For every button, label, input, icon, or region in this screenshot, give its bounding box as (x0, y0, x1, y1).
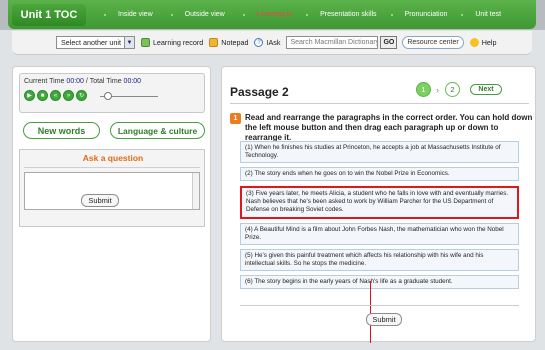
question-icon: ? (254, 38, 264, 47)
tab-label: Pronunciation (404, 11, 448, 18)
total-time-label: Total Time (89, 78, 122, 85)
tab-pronunciation[interactable]: Pronunciation (387, 0, 452, 29)
tab-inside-view[interactable]: Inside view (100, 0, 157, 29)
player-controls: ▶ ■ « » ↻ (24, 90, 89, 101)
help-label: Help (481, 38, 497, 47)
chart-icon (140, 38, 150, 47)
draggable-paragraph-selected[interactable]: (3) Five years later, he meets Alicia, a… (240, 186, 519, 219)
select-unit-label: Select another unit (61, 38, 121, 47)
learning-record-label: Learning record (152, 38, 204, 47)
play-icon[interactable]: ▶ (24, 90, 35, 101)
dictionary-search-input[interactable]: Search Macmillan Dictionary (286, 36, 379, 49)
pager: 1 › 2 Next (416, 82, 502, 97)
draggable-paragraph[interactable]: (5) He's given this painful treatment wh… (240, 249, 519, 272)
tab-label: Listening in (256, 11, 293, 18)
tab-label: Unit test (475, 11, 502, 18)
rewind-icon[interactable]: « (50, 90, 61, 101)
submit-button[interactable]: Submit (366, 313, 402, 326)
passage-panel: Passage 2 1 › 2 Next 1 Read and rearrang… (221, 66, 536, 343)
time-readout: Current Time 00:00 / Total Time 00:00 (24, 78, 141, 85)
total-time-value: 00:00 (123, 78, 142, 85)
nav-dot-icon (306, 13, 309, 16)
chevron-right-icon: › (436, 84, 439, 95)
current-time-value: 00:00 (66, 78, 84, 85)
left-panel: Current Time 00:00 / Total Time 00:00 ▶ … (12, 66, 211, 342)
tab-label: Presentation skills (320, 11, 377, 18)
draggable-paragraph[interactable]: (2) The story ends when he goes on to wi… (240, 167, 519, 182)
audio-player: Current Time 00:00 / Total Time 00:00 ▶ … (19, 73, 205, 113)
notepad-button[interactable]: Notepad (209, 38, 248, 47)
top-nav-bar: Unit 1 TOC Inside view Outside view List… (0, 0, 545, 30)
tab-label: Inside view (118, 11, 153, 18)
tab-unit-test[interactable]: Unit test (457, 0, 505, 29)
tab-outside-view[interactable]: Outside view (167, 0, 229, 29)
current-time-label: Current Time (24, 78, 65, 85)
help-icon (469, 38, 479, 47)
nav-dot-icon (104, 13, 106, 16)
loop-icon[interactable]: ↻ (76, 90, 87, 101)
toolbar: Select another unit ▼ Learning record No… (12, 31, 532, 55)
page-current[interactable]: 1 (416, 82, 431, 97)
chevron-down-icon[interactable]: ▼ (123, 37, 134, 48)
nav-dot-icon (390, 13, 393, 16)
draggable-paragraph[interactable]: (4) A Beautiful Mind is a film about Joh… (240, 223, 519, 246)
divider (240, 305, 519, 306)
draggable-paragraph[interactable]: (1) When he finishes his studies at Prin… (240, 141, 519, 164)
iask-button[interactable]: ? IAsk (254, 38, 280, 47)
select-unit-dropdown[interactable]: Select another unit ▼ (56, 36, 135, 49)
go-button[interactable]: GO (380, 36, 398, 49)
iask-label: IAsk (266, 38, 281, 47)
progress-knob[interactable] (104, 92, 112, 100)
stop-icon[interactable]: ■ (37, 90, 48, 101)
ask-submit-button[interactable]: Submit (81, 194, 119, 207)
instruction-number-badge: 1 (230, 113, 241, 124)
resource-center-button[interactable]: Resource center (402, 36, 464, 49)
help-button[interactable]: Help (469, 38, 497, 47)
language-culture-button[interactable]: Language & culture (110, 122, 205, 139)
learning-record-button[interactable]: Learning record (140, 38, 204, 47)
divider (230, 103, 529, 104)
tab-label: Outside view (184, 11, 225, 18)
fast-forward-icon[interactable]: » (63, 90, 74, 101)
nav-dot-icon (461, 13, 464, 16)
draggable-paragraph[interactable]: (6) The story begins in the early years … (240, 275, 519, 290)
ask-question-title: Ask a question (82, 153, 144, 163)
next-button[interactable]: Next (470, 84, 502, 95)
nav-dot-icon (242, 13, 245, 16)
new-words-button[interactable]: New words (23, 122, 100, 139)
notepad-label: Notepad (221, 38, 249, 47)
unit-toc-button[interactable]: Unit 1 TOC (12, 3, 86, 26)
time-separator: / (85, 78, 88, 85)
notepad-icon (209, 38, 219, 47)
passage-title: Passage 2 (230, 85, 289, 99)
tab-listening-in[interactable]: Listening in (239, 0, 296, 29)
instruction-text: Read and rearrange the paragraphs in the… (245, 113, 533, 142)
top-nav: Unit 1 TOC Inside view Outside view List… (8, 0, 536, 29)
nav-dot-icon (170, 13, 173, 16)
page-next[interactable]: 2 (445, 82, 460, 97)
tab-presentation-skills[interactable]: Presentation skills (302, 0, 380, 29)
textarea-scrollbar[interactable] (192, 173, 199, 209)
ask-question-box: Ask a question (19, 149, 205, 227)
annotation-pointer-line (370, 281, 371, 343)
divider (24, 167, 200, 168)
